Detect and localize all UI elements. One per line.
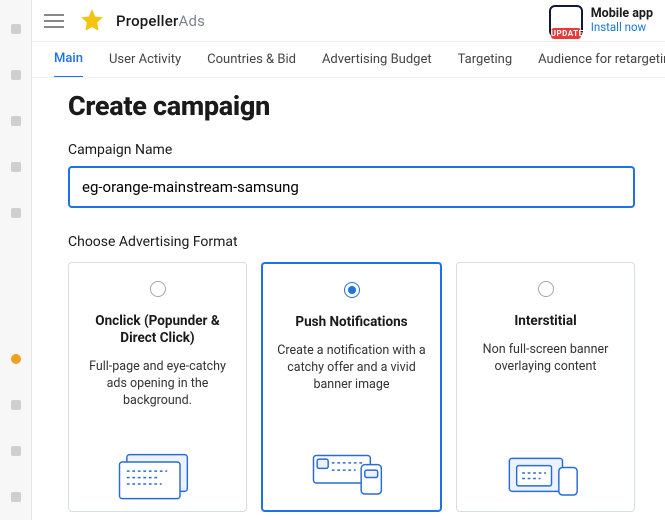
update-badge: UPDATE [551, 28, 581, 39]
sidebar-icon[interactable] [11, 400, 21, 410]
page-title: Create campaign [68, 90, 635, 122]
sidebar-icon[interactable] [11, 208, 21, 218]
brand-name: PropellerAds [116, 12, 205, 30]
topbar: PropellerAds UPDATE Mobile app Install n… [32, 0, 665, 42]
sidebar-icon[interactable] [11, 24, 21, 34]
format-card-onclick[interactable]: Onclick (Popunder & Direct Click) Full-p… [68, 262, 247, 512]
mobile-app-cta[interactable]: Install now [591, 21, 653, 34]
campaign-name-label: Campaign Name [68, 142, 635, 158]
campaign-name-input[interactable] [68, 166, 635, 208]
format-illustration [81, 445, 234, 501]
format-desc: Non full-screen banner overlaying conten… [469, 342, 622, 376]
sidebar-icon[interactable] [11, 116, 21, 126]
tab-main[interactable]: Main [54, 42, 83, 78]
main-content: Create campaign Campaign Name Choose Adv… [32, 78, 665, 520]
format-label: Choose Advertising Format [68, 234, 635, 250]
phone-icon: UPDATE [549, 5, 583, 37]
mobile-app-title: Mobile app [591, 7, 653, 21]
sidebar-icon[interactable] [11, 70, 21, 80]
hamburger-icon[interactable] [44, 14, 64, 28]
format-title: Push Notifications [295, 314, 407, 331]
tab-countries-bid[interactable]: Countries & Bid [207, 43, 296, 77]
format-card-push[interactable]: Push Notifications Create a notification… [261, 262, 442, 512]
format-card-interstitial[interactable]: Interstitial Non full-screen banner over… [456, 262, 635, 512]
radio-icon [150, 281, 166, 297]
format-title: Interstitial [514, 313, 576, 330]
format-illustration [469, 445, 622, 501]
tab-budget[interactable]: Advertising Budget [322, 43, 432, 77]
sidebar-icon[interactable] [11, 162, 21, 172]
format-title: Onclick (Popunder & Direct Click) [81, 313, 234, 347]
tab-bar: Main User Activity Countries & Bid Adver… [32, 42, 665, 78]
format-desc: Create a notification with a catchy offe… [275, 343, 428, 394]
sidebar-icon[interactable] [11, 492, 21, 502]
tab-targeting[interactable]: Targeting [458, 43, 512, 77]
brand-strong: Propeller [116, 12, 178, 30]
sidebar-icon[interactable] [11, 446, 21, 456]
tab-audience[interactable]: Audience for retargeting [538, 43, 665, 77]
format-illustration [275, 444, 428, 500]
brand-light: Ads [178, 12, 205, 30]
radio-icon [538, 281, 554, 297]
format-options: Onclick (Popunder & Direct Click) Full-p… [68, 262, 635, 512]
radio-icon [344, 282, 360, 298]
mobile-app-promo[interactable]: UPDATE Mobile app Install now [549, 5, 653, 37]
sidebar-icon-alert[interactable] [11, 354, 21, 364]
tab-user-activity[interactable]: User Activity [109, 43, 181, 77]
logo-icon [78, 8, 106, 34]
format-desc: Full-page and eye-catchy ads opening in … [81, 359, 234, 410]
app-sidebar [0, 0, 32, 520]
